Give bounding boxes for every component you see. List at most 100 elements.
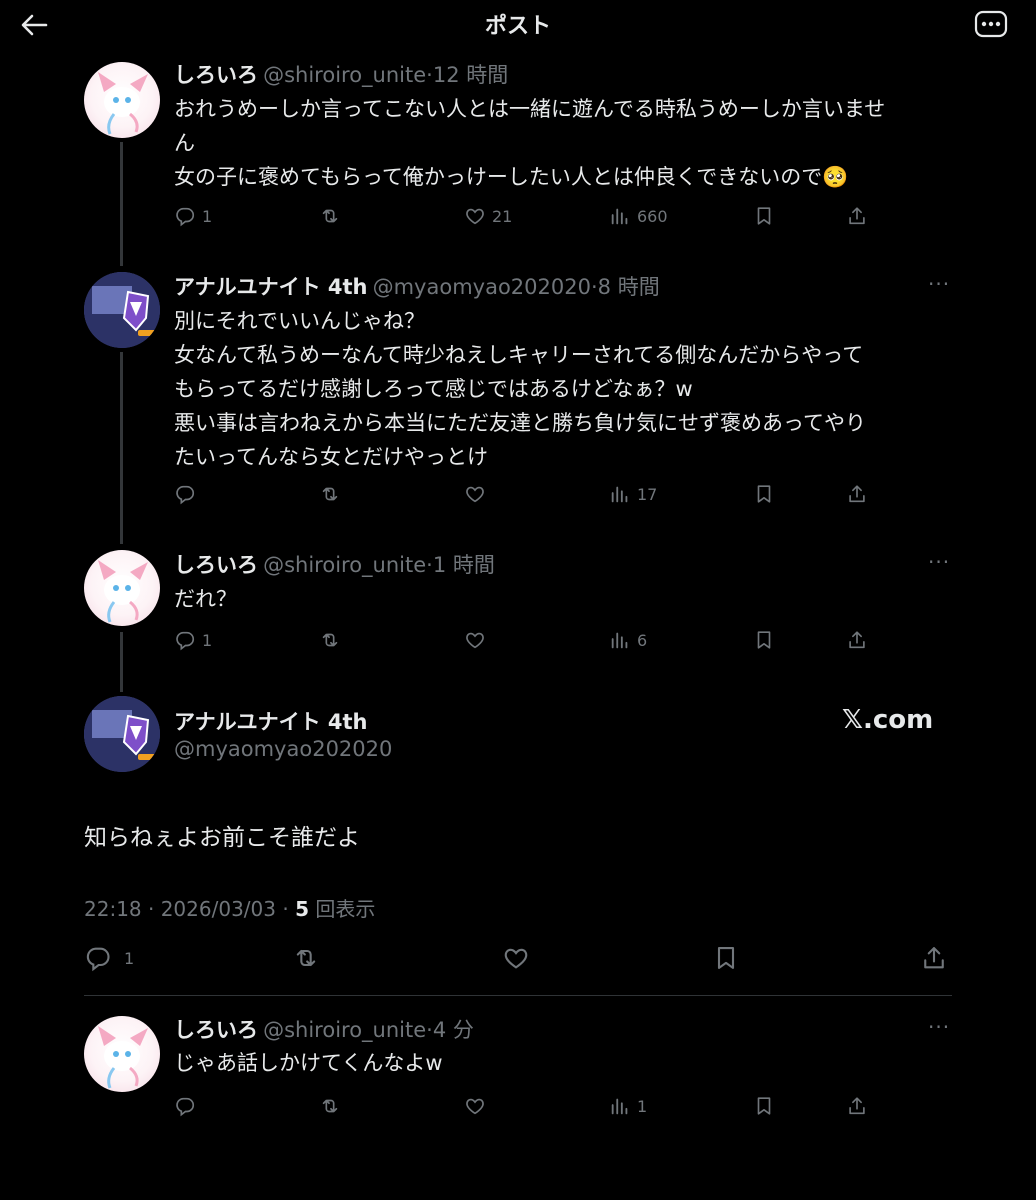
more-options-icon <box>974 10 1008 38</box>
share-button[interactable] <box>846 628 868 652</box>
bookmark-button[interactable] <box>712 946 740 970</box>
avatar-character-icon <box>98 1026 148 1089</box>
more-options-button[interactable] <box>974 10 1008 38</box>
repost-icon <box>292 944 320 972</box>
repost-button[interactable] <box>319 1094 341 1118</box>
user-handle[interactable]: @shiroiro_unite <box>263 1018 426 1042</box>
reply-count: 1 <box>124 948 135 968</box>
page-title: ポスト <box>484 14 551 39</box>
views-button[interactable]: 1 <box>609 1094 647 1118</box>
post-time[interactable]: 1 時間 <box>433 553 495 577</box>
post-time[interactable]: 12 時間 <box>433 63 508 87</box>
views-button[interactable]: 6 <box>609 628 647 652</box>
meta-separator: · <box>590 275 598 299</box>
views-button[interactable]: 660 <box>609 204 668 228</box>
avatar[interactable] <box>84 550 160 626</box>
views-icon <box>609 483 631 505</box>
views-icon <box>609 205 631 227</box>
thread-line <box>120 352 123 544</box>
share-icon <box>846 1095 868 1117</box>
user-handle[interactable]: @myaomyao202020 <box>373 275 591 299</box>
like-button[interactable] <box>464 482 486 506</box>
reply-button[interactable] <box>174 1094 196 1118</box>
reply-icon <box>174 205 196 227</box>
share-button[interactable] <box>920 946 948 970</box>
divider <box>84 995 952 996</box>
share-button[interactable] <box>846 482 868 506</box>
post-meta: しろいろ @shiroiro_unite·1 時間 <box>174 549 495 579</box>
views-icon <box>609 629 631 651</box>
post-timestamp: 22:18 · 2026/03/03 · 5 回表示 <box>84 893 375 922</box>
like-icon <box>464 205 486 227</box>
display-name[interactable]: アナルユナイト 4th <box>174 706 368 736</box>
meta-separator: · <box>426 63 433 87</box>
bookmark-icon <box>753 629 775 651</box>
reply-icon <box>174 483 196 505</box>
repost-icon <box>319 629 341 651</box>
view-count: 1 <box>637 1096 648 1116</box>
bookmark-icon <box>753 483 775 505</box>
post-time[interactable]: 8 時間 <box>598 275 660 299</box>
repost-button[interactable] <box>319 628 341 652</box>
timestamp-text: 22:18 · 2026/03/03 · <box>84 897 296 921</box>
display-name[interactable]: アナルユナイト 4th <box>174 275 368 299</box>
like-button[interactable]: 21 <box>464 204 512 228</box>
like-icon <box>464 1095 486 1117</box>
reply-button[interactable]: 1 <box>84 946 134 970</box>
display-name[interactable]: しろいろ <box>174 553 258 577</box>
post-meta: しろいろ @shiroiro_unite·12 時間 <box>174 59 508 89</box>
thread-line <box>120 142 123 266</box>
reply-count: 1 <box>202 206 213 226</box>
reply-button[interactable]: 1 <box>174 628 212 652</box>
avatar-character-icon <box>98 560 148 623</box>
x-com-badge: 𝕏.com <box>842 705 934 735</box>
display-name[interactable]: しろいろ <box>174 63 258 87</box>
reply-icon <box>174 629 196 651</box>
reply-button[interactable]: 1 <box>174 204 212 228</box>
meta-separator: · <box>426 1018 433 1042</box>
like-button[interactable] <box>502 946 530 970</box>
share-button[interactable] <box>846 1094 868 1118</box>
like-button[interactable] <box>464 628 486 652</box>
bookmark-button[interactable] <box>753 204 775 228</box>
views-icon <box>609 1095 631 1117</box>
post-text: だれ？ <box>174 587 237 611</box>
reply-icon <box>174 1095 196 1117</box>
post-more-button[interactable]: ··· <box>928 550 950 574</box>
reply-button[interactable] <box>174 482 196 506</box>
post-time[interactable]: 4 分 <box>433 1018 474 1042</box>
views-button[interactable]: 17 <box>609 482 657 506</box>
repost-button[interactable] <box>319 204 341 228</box>
avatar[interactable] <box>84 696 160 772</box>
avatar[interactable] <box>84 1016 160 1092</box>
bookmark-button[interactable] <box>753 482 775 506</box>
reply-icon <box>84 944 112 972</box>
view-count: 17 <box>637 484 658 504</box>
post-text: じゃあ話しかけてくんなよw <box>174 1051 443 1075</box>
share-icon <box>846 629 868 651</box>
post-text: おれうめーしか言ってこない人とは一緒に遊んでる時私うめーしか言いませ ん 女の子… <box>174 97 886 189</box>
post-more-button[interactable]: ··· <box>928 272 950 296</box>
bookmark-icon <box>712 944 740 972</box>
repost-button[interactable] <box>292 946 320 970</box>
display-name[interactable]: しろいろ <box>174 1018 258 1042</box>
avatar[interactable] <box>84 272 160 348</box>
repost-button[interactable] <box>319 482 341 506</box>
view-count: 6 <box>637 630 648 650</box>
like-button[interactable] <box>464 1094 486 1118</box>
bookmark-button[interactable] <box>753 1094 775 1118</box>
like-icon <box>502 944 530 972</box>
share-button[interactable] <box>846 204 868 228</box>
view-count: 5 <box>295 897 309 921</box>
avatar-game-icon <box>84 696 160 772</box>
user-handle[interactable]: @myaomyao202020 <box>174 737 392 761</box>
user-handle[interactable]: @shiroiro_unite <box>263 63 426 87</box>
bookmark-button[interactable] <box>753 628 775 652</box>
user-handle[interactable]: @shiroiro_unite <box>263 553 426 577</box>
thread-line <box>120 632 123 692</box>
like-count: 21 <box>492 206 513 226</box>
like-icon <box>464 629 486 651</box>
share-icon <box>846 205 868 227</box>
post-more-button[interactable]: ··· <box>928 1015 950 1039</box>
avatar[interactable] <box>84 62 160 138</box>
